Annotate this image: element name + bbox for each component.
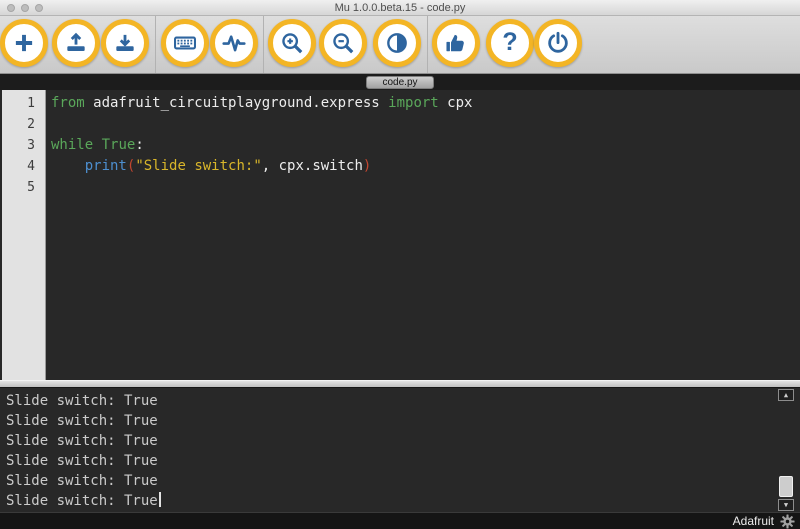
line-number: 5 bbox=[2, 177, 45, 198]
traffic-lights bbox=[7, 4, 43, 12]
upload-icon bbox=[63, 30, 89, 56]
toolbar-separator bbox=[155, 16, 156, 73]
help-button[interactable]: ? bbox=[486, 19, 534, 67]
save-button[interactable] bbox=[101, 19, 149, 67]
console-line: Slide switch: True bbox=[6, 471, 800, 491]
toolbar-separator bbox=[427, 16, 428, 73]
console-cursor bbox=[159, 492, 161, 507]
code-editor: 12345 from adafruit_circuitplayground.ex… bbox=[0, 90, 800, 380]
load-button[interactable] bbox=[52, 19, 100, 67]
serial-console[interactable]: Slide switch: TrueSlide switch: TrueSlid… bbox=[0, 388, 800, 512]
code-line bbox=[51, 114, 800, 135]
theme-button[interactable] bbox=[373, 19, 421, 67]
tab-strip: code.py bbox=[0, 74, 800, 90]
power-icon bbox=[545, 30, 571, 56]
zoom-out-button[interactable] bbox=[319, 19, 367, 67]
serial-button[interactable] bbox=[210, 19, 258, 67]
code-line bbox=[51, 177, 800, 198]
keyboard-icon bbox=[172, 30, 198, 56]
new-button[interactable] bbox=[0, 19, 48, 67]
line-number: 2 bbox=[2, 114, 45, 135]
status-bar: Adafruit bbox=[0, 512, 800, 529]
close-button[interactable] bbox=[7, 4, 15, 12]
minimize-button[interactable] bbox=[21, 4, 29, 12]
thumbs-up-icon bbox=[443, 30, 469, 56]
download-icon bbox=[112, 30, 138, 56]
magnifier-plus-icon bbox=[279, 30, 305, 56]
console-line: Slide switch: True bbox=[6, 431, 800, 451]
line-number: 1 bbox=[2, 93, 45, 114]
question-icon: ? bbox=[502, 30, 517, 55]
code-line: while True: bbox=[51, 135, 800, 156]
toolbar-separator bbox=[263, 16, 264, 73]
gear-icon[interactable] bbox=[780, 514, 795, 529]
editor-code[interactable]: from adafruit_circuitplayground.express … bbox=[46, 90, 800, 380]
console-line: Slide switch: True bbox=[6, 411, 800, 431]
console-output: Slide switch: TrueSlide switch: TrueSlid… bbox=[0, 388, 800, 511]
tab-code-py[interactable]: code.py bbox=[366, 76, 433, 89]
zoom-in-button[interactable] bbox=[268, 19, 316, 67]
console-line: Slide switch: True bbox=[6, 451, 800, 471]
console-line: Slide switch: True bbox=[6, 491, 800, 511]
repl-button[interactable] bbox=[161, 19, 209, 67]
editor-gutter: 12345 bbox=[2, 90, 46, 380]
quit-button[interactable] bbox=[534, 19, 582, 67]
scroll-up-button[interactable]: ▲ bbox=[778, 389, 794, 401]
toolbar: ? bbox=[0, 16, 800, 74]
line-number: 3 bbox=[2, 135, 45, 156]
pane-splitter[interactable] bbox=[0, 380, 800, 388]
plus-icon bbox=[11, 30, 37, 56]
code-line: print("Slide switch:", cpx.switch) bbox=[51, 156, 800, 177]
zoom-button[interactable] bbox=[35, 4, 43, 12]
mu-editor-window: Mu 1.0.0.beta.15 - code.py bbox=[0, 0, 800, 529]
pulse-icon bbox=[221, 30, 247, 56]
check-button[interactable] bbox=[432, 19, 480, 67]
magnifier-minus-icon bbox=[330, 30, 356, 56]
console-line: Slide switch: True bbox=[6, 391, 800, 411]
line-number: 4 bbox=[2, 156, 45, 177]
mode-label: Adafruit bbox=[733, 514, 774, 528]
window-title: Mu 1.0.0.beta.15 - code.py bbox=[335, 2, 466, 14]
code-line: from adafruit_circuitplayground.express … bbox=[51, 93, 800, 114]
scroll-down-button[interactable]: ▼ bbox=[778, 499, 794, 511]
titlebar: Mu 1.0.0.beta.15 - code.py bbox=[0, 0, 800, 16]
scrollbar-thumb[interactable] bbox=[779, 476, 793, 497]
contrast-icon bbox=[384, 30, 410, 56]
